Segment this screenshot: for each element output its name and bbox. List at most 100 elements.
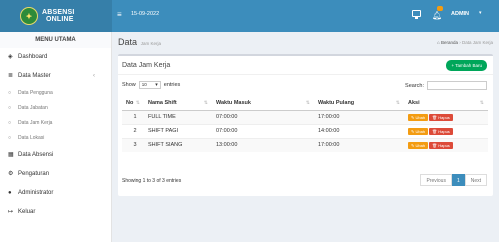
breadcrumb-home[interactable]: Beranda	[441, 40, 458, 45]
data-table: No ⇅ Nama Shift ⇅ Waktu Masuk ⇅ Waktu Pulan…	[122, 96, 488, 152]
sidebar-item-data-lokasi[interactable]: ○ Data Lokasi	[0, 131, 111, 146]
cell-no: 2	[122, 123, 144, 138]
sidebar-item-label: Data Pengguna	[18, 90, 53, 96]
sidebar: MENU UTAMA ◈ Dashboard ≣ Data Master ‹ ○…	[0, 32, 112, 242]
sidebar-item-label: Data Jabatan	[18, 105, 48, 111]
content-header: Data Jam Kerja	[118, 37, 161, 47]
page-length-select[interactable]: 10	[138, 81, 161, 89]
notification-badge	[437, 6, 443, 11]
column-header-waktu-pulang[interactable]: Waktu Pulang ⇅	[314, 96, 404, 111]
sidebar-item-label: Data Lokasi	[18, 135, 45, 141]
calendar-icon: ▦	[8, 152, 14, 158]
entries-label: entries	[163, 82, 181, 88]
sidebar-item-data-jabatan[interactable]: ○ Data Jabatan	[0, 101, 111, 116]
column-header-nama-shift[interactable]: Nama Shift ⇅	[144, 96, 212, 111]
sort-icon: ⇅	[395, 99, 400, 106]
sidebar-item-data-absensi[interactable]: ▦ Data Absensi	[0, 146, 111, 165]
breadcrumb-current: Data Jam Kerja	[461, 40, 493, 45]
table-info: Showing 1 to 3 of 3 entries	[122, 178, 182, 184]
cell-aksi: ✎ Ubah 🗑︎ Hapus	[404, 109, 488, 124]
sidebar-item-label: Data Master	[18, 73, 51, 79]
cell-nama-shift: SHIFT PAGI	[144, 123, 212, 138]
cell-waktu-masuk: 07:00:00	[212, 109, 314, 124]
sidebar-header: MENU UTAMA	[0, 32, 111, 48]
next-page-button[interactable]: Next	[464, 174, 487, 186]
chevron-left-icon: ‹	[93, 73, 95, 79]
logo-emblem-icon: ✦	[20, 7, 38, 25]
table-row: 2 SHIFT PAGI 07:00:00 14:00:00 ✎ Ubah 🗑︎ …	[122, 123, 488, 138]
brand-logo[interactable]: ✦ ABSENSI ONLINE	[0, 0, 112, 32]
sidebar-item-dashboard[interactable]: ◈ Dashboard	[0, 48, 111, 67]
circle-icon: ○	[8, 135, 12, 141]
sidebar-item-administrator[interactable]: ● Administrator	[0, 184, 111, 203]
current-date: 15-09-2022	[131, 11, 160, 17]
user-icon: ●	[8, 190, 12, 196]
delete-button[interactable]: 🗑︎ Hapus	[429, 113, 453, 121]
sort-icon: ⇅	[479, 99, 484, 106]
sidebar-item-label: Pengaturan	[18, 171, 50, 177]
sidebar-item-data-jam-kerja[interactable]: ○ Data Jam Kerja	[0, 116, 111, 131]
top-navbar: ✦ ABSENSI ONLINE ≡ 15-09-2022 🔔︎ ADMIN ▾	[0, 0, 499, 32]
column-header-waktu-masuk[interactable]: Waktu Masuk ⇅	[212, 96, 314, 111]
chevron-down-icon[interactable]: ▾	[479, 10, 482, 16]
sidebar-item-pengaturan[interactable]: ⚙ Pengaturan	[0, 165, 111, 184]
page-length-control: Show 10 entries	[122, 81, 180, 89]
monitor-icon[interactable]	[412, 10, 421, 19]
edit-button[interactable]: ✎ Ubah	[408, 113, 429, 121]
cell-no: 3	[122, 137, 144, 152]
pagination: Previous 1 Next	[420, 174, 487, 186]
sidebar-item-label: Keluar	[18, 209, 36, 215]
database-icon: ≣	[8, 73, 14, 79]
delete-button[interactable]: 🗑︎ Hapus	[429, 141, 453, 149]
cell-waktu-masuk: 07:00:00	[212, 123, 314, 138]
gears-icon: ⚙	[8, 171, 14, 177]
sort-icon: ⇅	[305, 99, 310, 106]
table-header-row: No ⇅ Nama Shift ⇅ Waktu Masuk ⇅ Waktu Pulan…	[122, 96, 488, 111]
bell-icon[interactable]: 🔔︎	[432, 11, 442, 20]
column-header-no[interactable]: No ⇅	[122, 96, 144, 111]
sidebar-item-label: Dashboard	[18, 54, 48, 60]
cell-aksi: ✎ Ubah 🗑︎ Hapus	[404, 123, 488, 138]
edit-button[interactable]: ✎ Ubah	[408, 127, 429, 135]
page-subtitle: Jam Kerja	[140, 41, 161, 46]
table-row: 3 SHIFT SIANG 13:00:00 17:00:00 ✎ Ubah 🗑︎…	[122, 137, 488, 152]
search-input[interactable]	[427, 81, 487, 90]
circle-icon: ○	[8, 90, 12, 96]
sort-icon: ⇅	[135, 99, 140, 106]
breadcrumb: ⌂ Beranda › Data Jam Kerja	[436, 40, 493, 45]
show-label: Show	[122, 82, 136, 88]
logo-line2: ONLINE	[46, 16, 74, 23]
cell-nama-shift: FULL TIME	[144, 109, 212, 124]
data-box: Data Jam Kerja + Tambah Baru Show 10 ent…	[118, 54, 493, 196]
search-label: Search:	[405, 82, 424, 89]
sidebar-item-label: Data Absensi	[18, 152, 54, 158]
sidebar-item-label: Administrator	[18, 190, 54, 196]
table-row: 1 FULL TIME 07:00:00 17:00:00 ✎ Ubah 🗑︎ H…	[122, 109, 488, 124]
logo-line1: ABSENSI	[42, 9, 75, 16]
add-new-button[interactable]: + Tambah Baru	[446, 60, 487, 71]
box-title: Data Jam Kerja	[122, 62, 171, 69]
sort-icon: ⇅	[203, 99, 208, 106]
user-menu[interactable]: ADMIN	[451, 11, 469, 17]
previous-page-button[interactable]: Previous	[420, 174, 452, 186]
cell-aksi: ✎ Ubah 🗑︎ Hapus	[404, 137, 488, 152]
sidebar-item-data-pengguna[interactable]: ○ Data Pengguna	[0, 86, 111, 101]
edit-button[interactable]: ✎ Ubah	[408, 141, 429, 149]
menu-toggle-icon[interactable]: ≡	[117, 10, 122, 19]
cell-waktu-pulang: 17:00:00	[314, 137, 404, 152]
page-title: Data	[118, 37, 138, 47]
page-1-button[interactable]: 1	[451, 174, 465, 186]
cell-no: 1	[122, 109, 144, 124]
delete-button[interactable]: 🗑︎ Hapus	[429, 127, 453, 135]
sign-out-icon: ↦	[8, 209, 14, 215]
cell-waktu-pulang: 14:00:00	[314, 123, 404, 138]
sidebar-item-keluar[interactable]: ↦ Keluar	[0, 203, 111, 222]
cell-nama-shift: SHIFT SIANG	[144, 137, 212, 152]
dashboard-icon: ◈	[8, 54, 13, 60]
column-header-aksi[interactable]: Aksi ⇅	[404, 96, 488, 111]
cell-waktu-pulang: 17:00:00	[314, 109, 404, 124]
circle-icon: ○	[8, 120, 12, 126]
divider	[118, 74, 493, 75]
sidebar-item-data-master[interactable]: ≣ Data Master ‹	[0, 67, 111, 86]
search-control: Search:	[405, 81, 487, 90]
